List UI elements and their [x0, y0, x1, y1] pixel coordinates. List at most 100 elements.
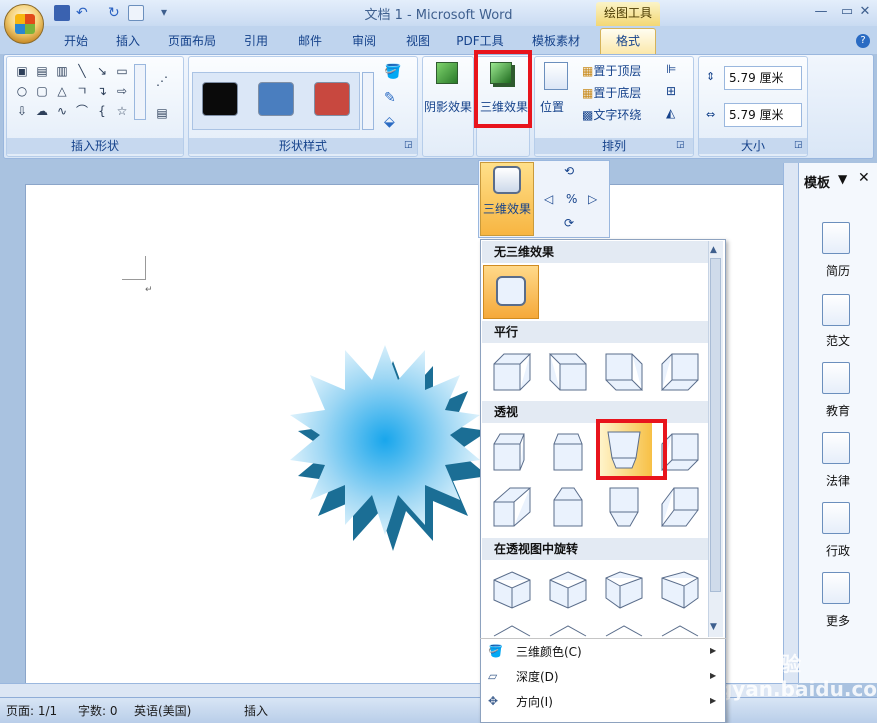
fill-color-icon[interactable]: 🪣	[384, 64, 401, 80]
text-box-draw-icon[interactable]: ▤	[154, 106, 170, 120]
cloud-shape-icon[interactable]: ☁	[34, 104, 50, 118]
text-wrap-button[interactable]: ▩文字环绕	[582, 106, 662, 123]
style-swatch-black[interactable]	[202, 82, 238, 116]
panel-close-icon[interactable]: ✕	[858, 170, 870, 186]
tab-references[interactable]: 引用	[236, 29, 276, 53]
panel-menu-icon[interactable]: ▼	[838, 172, 847, 186]
panel-item-admin[interactable]: 行政	[808, 542, 868, 559]
rectangle-shape-icon[interactable]: ▭	[114, 64, 130, 78]
style-swatch-blue[interactable]	[258, 82, 294, 116]
rotate-cube-4-icon[interactable]	[658, 568, 702, 612]
help-icon[interactable]: ?	[856, 34, 870, 48]
position-label[interactable]: 位置	[540, 98, 564, 115]
rotate-cube-2-icon[interactable]	[546, 568, 590, 612]
width-field[interactable]: 5.79 厘米	[724, 103, 802, 127]
parallel-cube-1-icon[interactable]	[490, 350, 534, 394]
parallel-cube-4-icon[interactable]	[658, 350, 702, 394]
brace-shape-icon[interactable]: {	[94, 104, 110, 118]
admin-icon[interactable]	[822, 502, 850, 534]
resume-icon[interactable]	[822, 222, 850, 254]
tab-review[interactable]: 审阅	[344, 29, 384, 53]
textbox-shape-icon[interactable]: ▣	[14, 64, 30, 78]
style-swatch-red[interactable]	[314, 82, 350, 116]
shadow-effects-icon[interactable]	[436, 62, 458, 84]
toggle-3d-icon[interactable]: %	[566, 192, 577, 206]
tab-view[interactable]: 视图	[398, 29, 438, 53]
dialog-launcher-icon[interactable]: ◲	[676, 140, 685, 150]
education-icon[interactable]	[822, 362, 850, 394]
panel-item-more[interactable]: 更多	[808, 612, 868, 629]
menu-3d-color[interactable]: 三维颜色(C)	[482, 640, 718, 664]
tab-mailings[interactable]: 邮件	[290, 29, 330, 53]
dialog-launcher-icon[interactable]: ◲	[794, 140, 803, 150]
scroll-up-icon[interactable]: ▲	[710, 245, 717, 255]
tab-templates[interactable]: 模板素材	[524, 29, 588, 53]
panel-item-law[interactable]: 法律	[808, 472, 868, 489]
down-arrow-shape-icon[interactable]: ⇩	[14, 104, 30, 118]
elbow-arrow-shape-icon[interactable]: ↴	[94, 84, 110, 98]
label-shape-icon[interactable]: ▤	[34, 64, 50, 78]
style-gallery-scroll[interactable]	[362, 72, 374, 130]
menu-depth[interactable]: 深度(D)	[482, 665, 718, 689]
position-icon[interactable]	[544, 62, 568, 90]
perspective-cube-6-icon[interactable]	[546, 484, 590, 528]
shapes-more-scroll[interactable]	[134, 64, 146, 120]
essay-icon[interactable]	[822, 294, 850, 326]
perspective-cube-7-icon[interactable]	[602, 484, 646, 528]
oval-shape-icon[interactable]: ○	[14, 84, 30, 98]
tilt-up-icon[interactable]: ⟲	[564, 164, 574, 178]
perspective-cube-8-icon[interactable]	[658, 484, 702, 528]
tab-format[interactable]: 格式	[600, 28, 656, 55]
scroll-down-icon[interactable]: ▼	[710, 622, 717, 632]
tab-insert[interactable]: 插入	[108, 29, 148, 53]
group-objects-icon[interactable]: ⊞	[666, 84, 676, 98]
law-icon[interactable]	[822, 432, 850, 464]
tab-page-layout[interactable]: 页面布局	[162, 29, 222, 53]
panel-item-essay[interactable]: 范文	[808, 332, 868, 349]
tilt-down-icon[interactable]: ⟳	[564, 216, 574, 230]
more-icon[interactable]	[822, 572, 850, 604]
menu-direction[interactable]: 方向(I)	[482, 690, 718, 714]
height-field[interactable]: 5.79 厘米	[724, 66, 802, 90]
minimize-button[interactable]: —	[808, 2, 834, 22]
star-shape-icon[interactable]: ☆	[114, 104, 130, 118]
parallel-cube-2-icon[interactable]	[546, 350, 590, 394]
rounded-rect-shape-icon[interactable]: ▢	[34, 84, 50, 98]
panel-item-education[interactable]: 教育	[808, 402, 868, 419]
perspective-cube-1-icon[interactable]	[490, 430, 534, 474]
perspective-cube-5-icon[interactable]	[490, 484, 534, 528]
line-shape-icon[interactable]: ╲	[74, 64, 90, 78]
close-button[interactable]: ✕	[852, 2, 877, 22]
line-color-icon[interactable]: ✎	[384, 90, 396, 106]
arrow-line-shape-icon[interactable]: ↘	[94, 64, 110, 78]
office-button[interactable]	[4, 4, 44, 44]
curved-arrow-shape-icon[interactable]: ⇨	[114, 84, 130, 98]
freeform-shape-icon[interactable]: ∿	[54, 104, 70, 118]
triangle-shape-icon[interactable]: △	[54, 84, 70, 98]
rotate-icon[interactable]: ◭	[666, 106, 675, 120]
perspective-cube-2-icon[interactable]	[546, 430, 590, 474]
status-words[interactable]: 字数: 0	[78, 702, 118, 719]
curve-shape-icon[interactable]: ⌒	[74, 104, 90, 118]
rotate-cube-3-icon[interactable]	[602, 568, 646, 612]
shadow-effects-label[interactable]: 阴影效果	[424, 98, 472, 115]
align-icon[interactable]: ⊫	[666, 62, 676, 76]
tilt-left-icon[interactable]: ◁	[544, 192, 553, 206]
tilt-right-icon[interactable]: ▷	[588, 192, 597, 206]
vertical-scrollbar[interactable]	[783, 163, 798, 683]
send-to-back-button[interactable]: ▦置于底层	[582, 84, 662, 101]
list-shape-icon[interactable]: ▥	[54, 64, 70, 78]
status-insert-mode[interactable]: 插入	[244, 702, 268, 719]
elbow-shape-icon[interactable]: ㄱ	[74, 84, 90, 98]
status-language[interactable]: 英语(美国)	[134, 702, 191, 719]
starburst-shape[interactable]	[280, 335, 490, 565]
status-page[interactable]: 页面: 1/1	[6, 702, 57, 719]
rotate-cube-1-icon[interactable]	[490, 568, 534, 612]
parallel-cube-3-icon[interactable]	[602, 350, 646, 394]
change-shape-icon[interactable]: ⬙	[384, 114, 395, 130]
tab-home[interactable]: 开始	[56, 29, 96, 53]
dialog-launcher-icon[interactable]: ◲	[404, 140, 413, 150]
panel-item-resume[interactable]: 简历	[808, 262, 868, 279]
edit-shape-icon[interactable]: ⋰	[154, 74, 170, 88]
menu-scroll-thumb[interactable]	[710, 258, 721, 592]
